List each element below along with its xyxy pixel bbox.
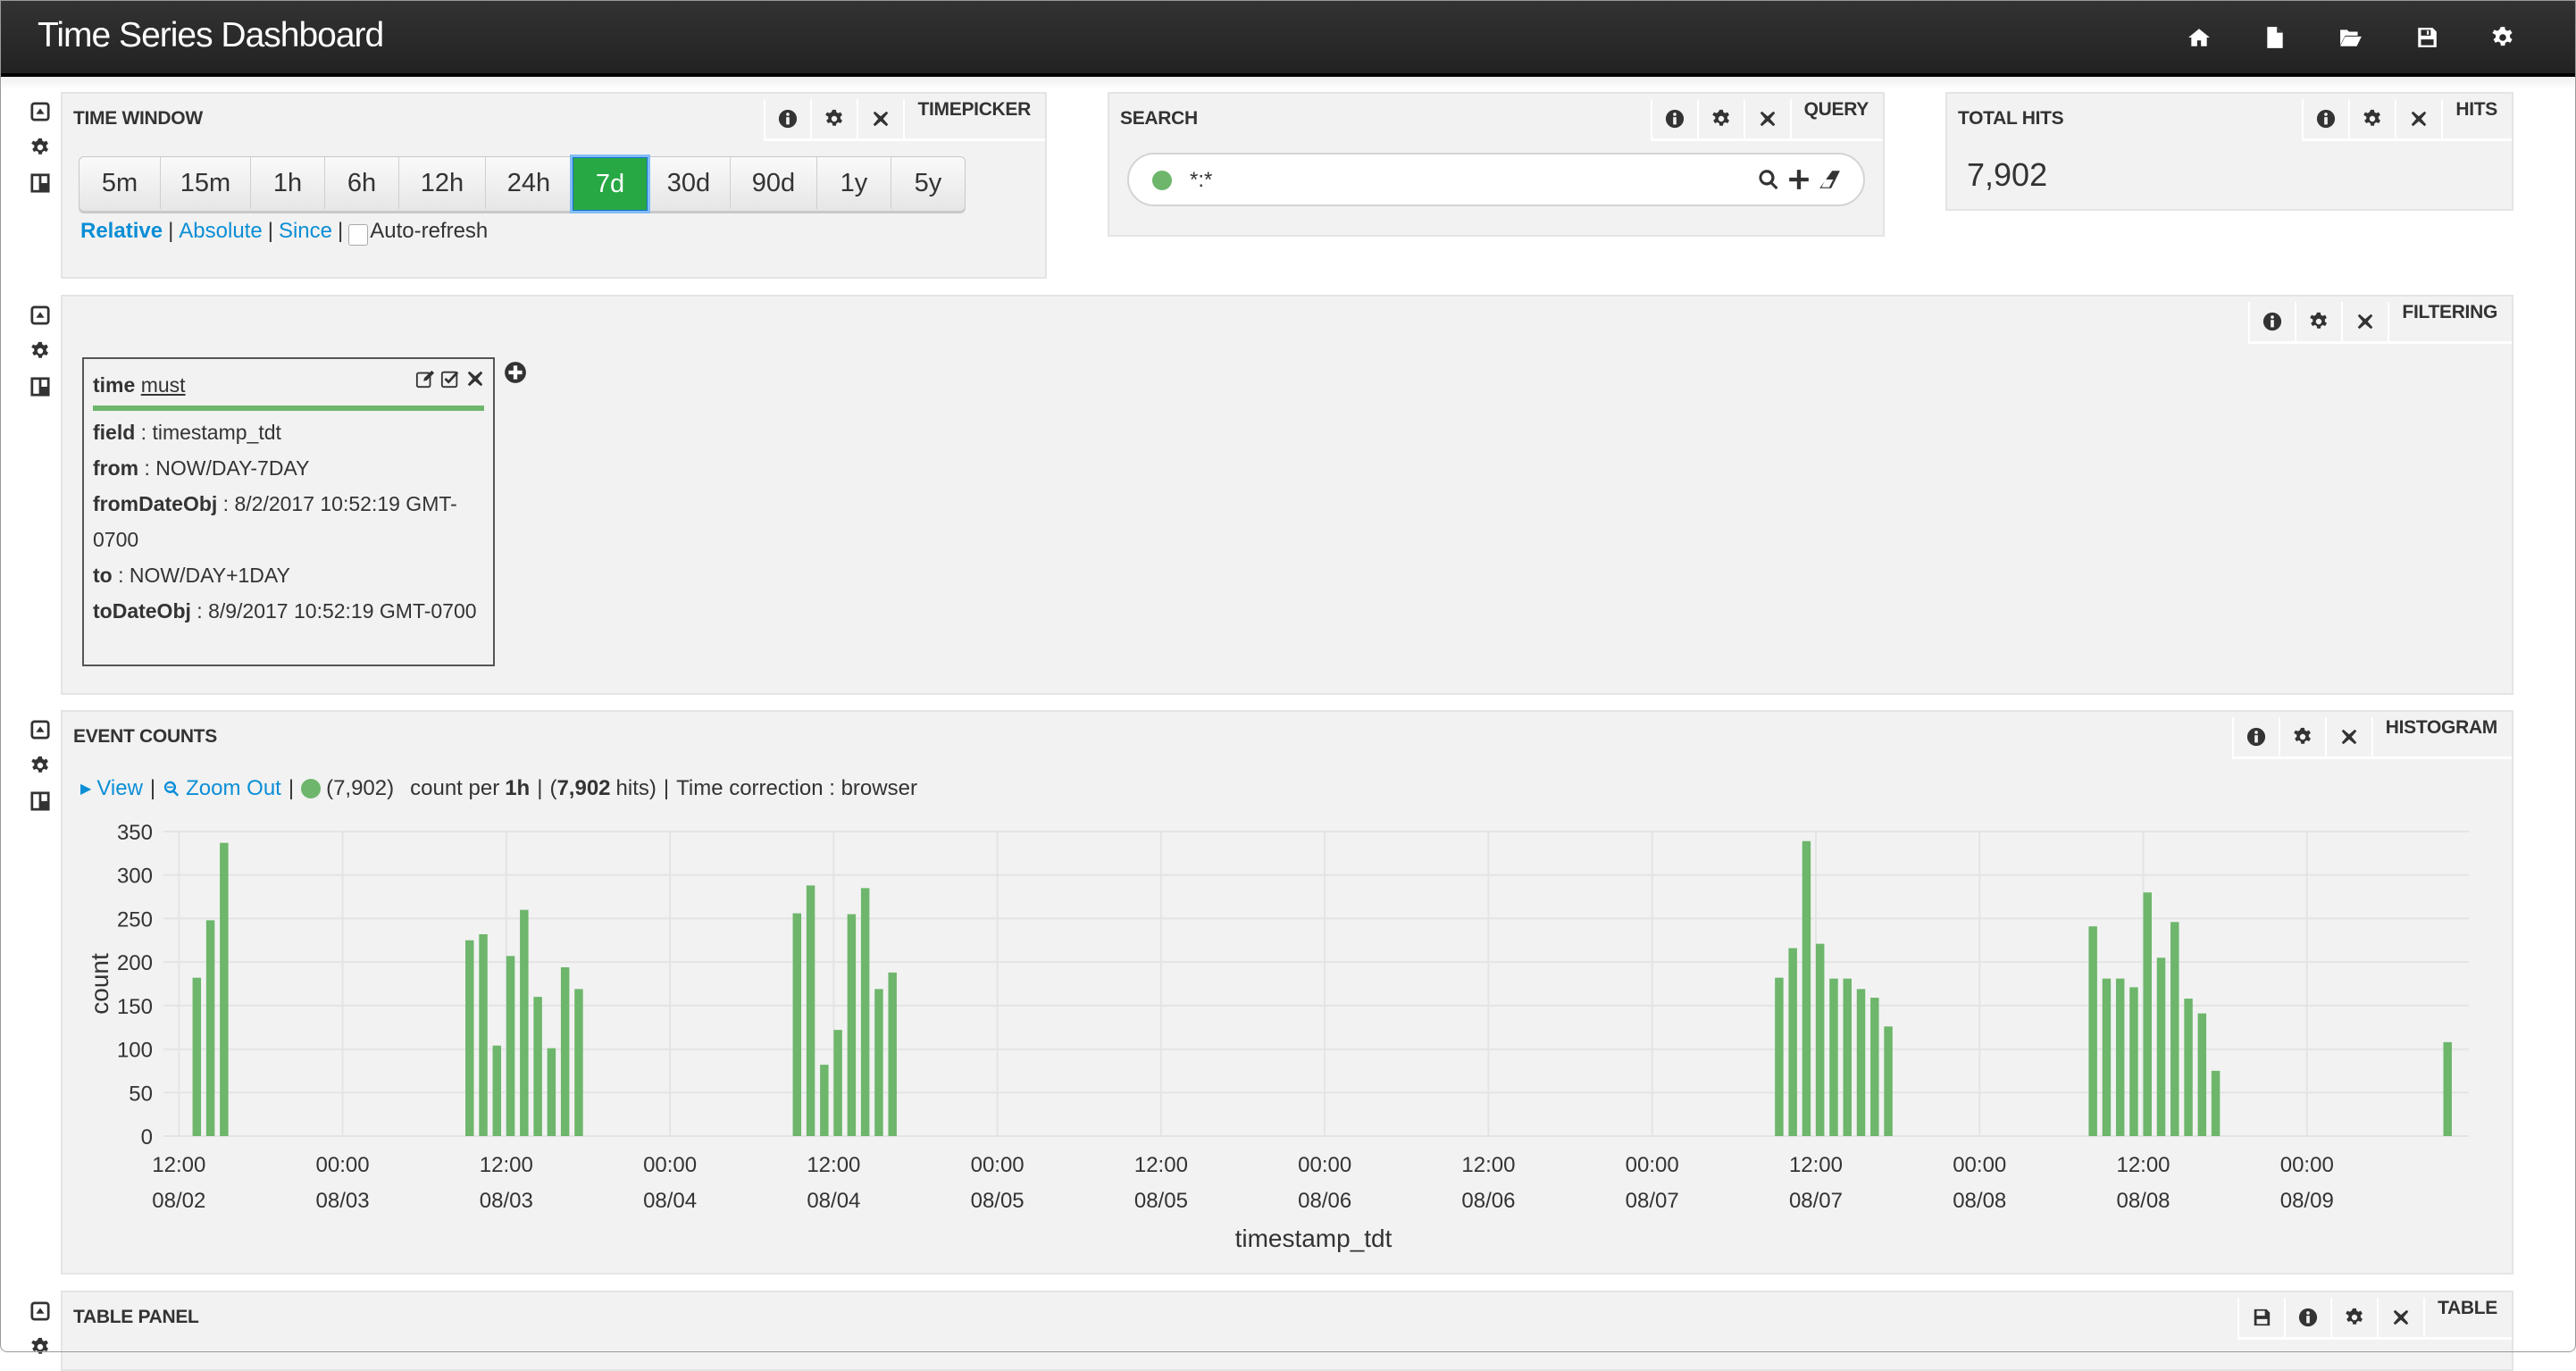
x-tick-time-label: 12:00 [480,1153,533,1177]
collapse-icon [30,1301,50,1321]
gear-icon [31,1337,48,1354]
x-tick-time-label: 12:00 [1789,1153,1843,1177]
gear-icon [2346,1308,2363,1325]
histogram-bar[interactable] [2143,892,2152,1136]
histogram-bar[interactable] [1856,989,1866,1136]
row-controls [27,1300,54,1358]
histogram-bar[interactable] [465,940,474,1136]
x-tick-time-label: 12:00 [152,1153,205,1177]
histogram-bar[interactable] [2184,999,2193,1136]
histogram-bar[interactable] [1884,1026,1893,1136]
histogram-bar[interactable] [847,914,857,1136]
x-tick-date-label: 08/06 [1461,1189,1515,1213]
histogram-bar[interactable] [888,972,897,1136]
close-icon [2393,1309,2409,1325]
x-tick-date-label: 08/08 [2116,1189,2170,1213]
x-tick-date-label: 08/04 [643,1189,697,1213]
x-tick-time-label: 00:00 [1298,1153,1351,1177]
y-tick-label: 50 [129,1082,153,1106]
collapse-row-button[interactable] [29,1300,52,1323]
histogram-bar[interactable] [520,909,529,1136]
save-icon [2254,1308,2271,1326]
panel-toolbar: TABLE [2237,1298,2512,1340]
x-tick-date-label: 08/04 [807,1189,860,1213]
histogram-bar[interactable] [874,989,883,1136]
x-tick-time-label: 00:00 [316,1153,370,1177]
x-axis-title: timestamp_tdt [1235,1225,1393,1252]
histogram-bar[interactable] [2197,1013,2207,1136]
close-panel-button[interactable] [2379,1298,2426,1337]
table-panel: TABLE PANEL TABLE [61,1291,2513,1371]
x-tick-date-label: 08/08 [1953,1189,2006,1213]
y-tick-label: 350 [117,821,153,845]
histogram-bar[interactable] [806,885,815,1136]
histogram-bar[interactable] [2211,1070,2221,1136]
x-tick-date-label: 08/02 [152,1189,205,1213]
panel-type-label: TABLE [2438,1298,2497,1318]
x-tick-time-label: 00:00 [2280,1153,2334,1177]
x-tick-date-label: 08/06 [1298,1189,1351,1213]
x-tick-date-label: 08/07 [1626,1189,1679,1213]
y-tick-label: 300 [117,865,153,889]
histogram-bar[interactable] [1788,948,1797,1136]
histogram-bar[interactable] [860,888,870,1136]
histogram-bar[interactable] [506,956,515,1136]
histogram-bar[interactable] [2170,922,2179,1136]
histogram-bar[interactable] [479,933,488,1136]
panel-settings-button[interactable] [2332,1298,2379,1337]
histogram-bar[interactable] [2088,926,2097,1136]
x-tick-date-label: 08/05 [1134,1189,1188,1213]
x-tick-date-label: 08/03 [316,1189,370,1213]
histogram-bar[interactable] [833,1030,842,1136]
histogram-bar[interactable] [1815,943,1825,1136]
x-tick-time-label: 00:00 [971,1153,1025,1177]
y-axis-title: count [86,953,113,1015]
histogram-bar[interactable] [2102,978,2112,1136]
x-tick-time-label: 00:00 [1626,1153,1679,1177]
histogram-bar[interactable] [1843,978,1852,1136]
histogram-bar[interactable] [1870,998,1879,1136]
y-tick-label: 150 [117,995,153,1019]
x-tick-time-label: 12:00 [1461,1153,1515,1177]
histogram-bar[interactable] [220,842,229,1136]
y-tick-label: 0 [141,1125,153,1149]
x-tick-time-label: 00:00 [1953,1153,2006,1177]
panel-title: TABLE PANEL [73,1307,199,1327]
histogram-bar[interactable] [2156,957,2166,1136]
histogram-bar[interactable] [560,966,570,1136]
histogram-chart: 0 50 100 150 200 250 300 350 12:00 08/02 00:00 08/0… [86,821,2469,1252]
y-tick-label: 200 [117,951,153,975]
y-tick-label: 250 [117,907,153,932]
x-tick-date-label: 08/05 [971,1189,1025,1213]
histogram-bar[interactable] [205,920,215,1136]
histogram-bar[interactable] [792,913,802,1136]
x-tick-date-label: 08/03 [480,1189,533,1213]
x-tick-date-label: 08/07 [1789,1189,1843,1213]
info-icon [2298,1308,2318,1327]
export-button[interactable] [2239,1298,2287,1337]
x-tick-time-label: 12:00 [2116,1153,2170,1177]
histogram-bar[interactable] [820,1065,829,1136]
row-settings-button[interactable] [29,1335,52,1358]
histogram-bar[interactable] [547,1048,556,1136]
info-button[interactable] [2286,1298,2333,1337]
histogram-bar[interactable] [2129,987,2138,1136]
histogram-bar[interactable] [1775,977,1784,1136]
histogram-bar[interactable] [533,997,542,1136]
x-tick-time-label: 12:00 [1134,1153,1188,1177]
histogram-bar[interactable] [1829,978,1838,1136]
histogram-bar[interactable] [492,1045,502,1136]
histogram-bar[interactable] [1802,840,1811,1136]
x-tick-date-label: 08/09 [2280,1189,2334,1213]
histogram-bar[interactable] [2443,1041,2452,1136]
y-tick-label: 100 [117,1039,153,1063]
x-tick-time-label: 00:00 [643,1153,697,1177]
x-tick-time-label: 12:00 [807,1153,860,1177]
histogram-bar[interactable] [574,989,583,1136]
histogram-bar[interactable] [192,977,202,1136]
histogram-bar[interactable] [2115,978,2125,1136]
